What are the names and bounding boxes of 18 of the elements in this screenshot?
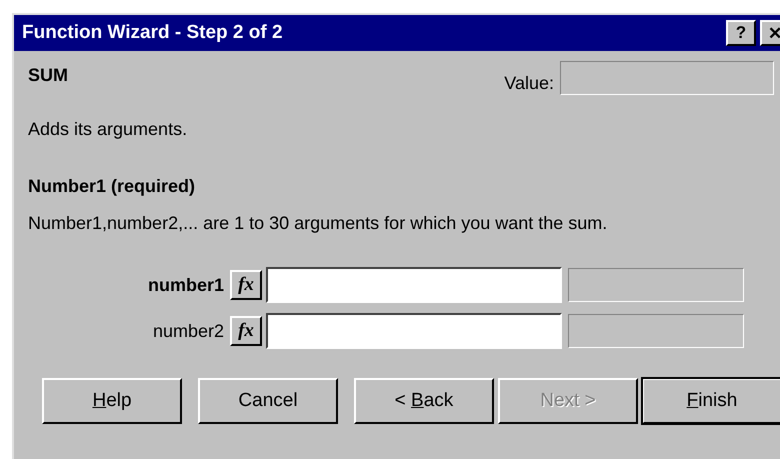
- dialog-button[interactable]: Help: [42, 378, 182, 424]
- window-title: Function Wizard - Step 2 of 2: [22, 22, 283, 44]
- dialog-button[interactable]: Finish: [642, 378, 780, 424]
- function-description: Adds its arguments.: [28, 119, 188, 140]
- argument-title: Number1 (required): [28, 176, 196, 197]
- argument-label: number1: [146, 274, 224, 296]
- close-button[interactable]: ✕: [760, 20, 780, 46]
- function-button[interactable]: fx: [230, 270, 262, 300]
- value-label: Value:: [504, 73, 554, 94]
- argument-description: Number1,number2,... are 1 to 30 arguments for which you want the sum.: [28, 213, 608, 234]
- argument-label: number2: [152, 320, 224, 342]
- dialog-button[interactable]: Cancel: [198, 378, 338, 424]
- argument-input[interactable]: [266, 313, 562, 349]
- dialog-button[interactable]: < Back: [354, 378, 494, 424]
- function-button[interactable]: fx: [230, 316, 262, 346]
- function-name: SUM: [28, 65, 68, 87]
- help-button[interactable]: ?: [726, 20, 756, 46]
- argument-input[interactable]: [266, 267, 562, 303]
